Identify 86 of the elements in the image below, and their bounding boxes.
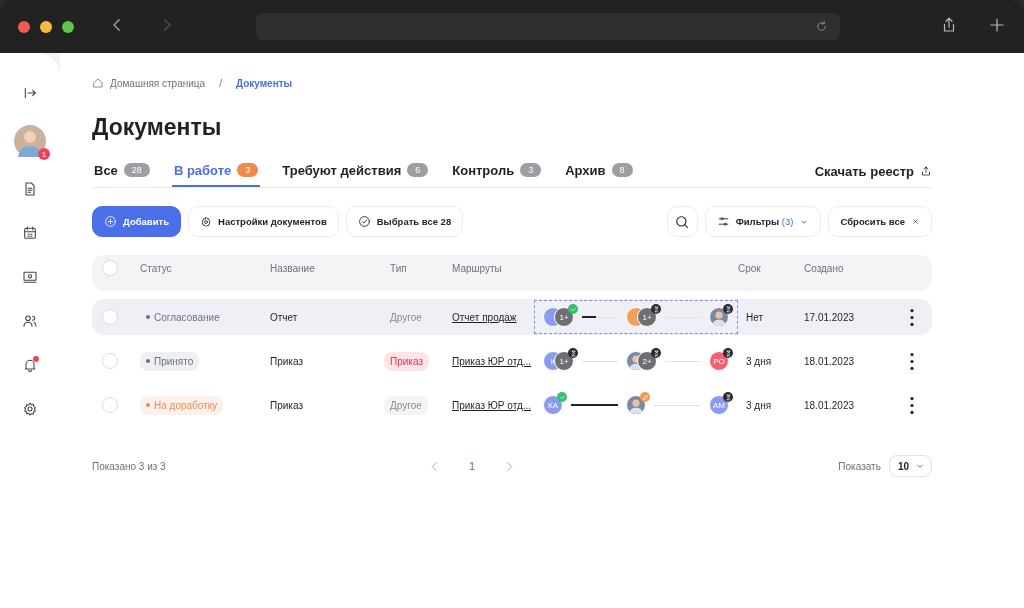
more-icon: [910, 396, 914, 414]
per-page-select[interactable]: 10: [888, 455, 932, 477]
more-icon: [910, 352, 914, 370]
column-header: Маршруты: [452, 262, 503, 274]
column-header: Статус: [140, 262, 173, 274]
checkbox[interactable]: [102, 260, 118, 276]
tab[interactable]: Архив 8: [563, 155, 635, 187]
tab[interactable]: Все 28: [92, 155, 152, 187]
column-header: Срок: [738, 262, 762, 274]
route-diagram[interactable]: 1+ 1+: [534, 300, 738, 334]
sliders-icon: [716, 215, 730, 228]
user-avatar: [626, 395, 646, 415]
table-cell-text: Приказ: [270, 355, 304, 367]
reset-button[interactable]: Сбросить все: [828, 206, 932, 237]
tab[interactable]: В работе 3: [171, 155, 261, 187]
window-zoom-button[interactable]: [62, 20, 74, 33]
checkbox[interactable]: [102, 309, 118, 325]
table-cell-text: Нет: [745, 311, 765, 323]
tab[interactable]: Требуют действия 6: [280, 155, 431, 187]
upload-icon: [920, 165, 932, 177]
checkbox[interactable]: [102, 397, 118, 413]
home-icon: [92, 77, 104, 89]
count-badge: 6: [407, 163, 429, 177]
user-avatar: КА: [543, 395, 563, 415]
filters-button[interactable]: Фильтры (3): [704, 206, 822, 237]
status-label: Принято: [140, 351, 200, 371]
tab[interactable]: Контроль 3: [450, 155, 544, 187]
settings-button[interactable]: Настройки документов: [188, 206, 339, 237]
column-header: Создано: [804, 262, 845, 274]
notification-badge: 1: [38, 148, 50, 160]
download-button[interactable]: Скачать реестр: [814, 163, 932, 179]
type-tag: Другое: [384, 395, 428, 415]
reload-icon: [815, 20, 828, 33]
status-label: На доработку: [140, 395, 224, 415]
table-cell-text: Приказ: [270, 399, 304, 411]
route-link[interactable]: Приказ ЮР отд...: [452, 355, 532, 367]
highlighted-row[interactable]: Согласование Отчет Другое Отчет продаж 1+ 1+ Нет 17.01.2023: [92, 299, 932, 335]
column-header: Тип: [390, 262, 408, 274]
filters-label: Фильтры (3): [735, 216, 794, 227]
window-minimize-button[interactable]: [40, 20, 52, 33]
document-icon: [22, 181, 38, 197]
select-all-button[interactable]: Выбрать все 28: [345, 206, 464, 237]
page-title: Документы: [92, 114, 223, 141]
user-avatar: РО: [709, 351, 729, 371]
close-icon: [911, 217, 920, 226]
user-avatar: [709, 307, 729, 327]
results-count: Показано 3 из 3: [92, 460, 166, 472]
table-cell-text: 3 дня: [745, 399, 773, 411]
table-cell-text: 17.01.2023: [804, 311, 856, 323]
table-row[interactable]: Принято Приказ Приказ Приказ ЮР отд... К 1+ 2+ РО 3 дня 18.01.2023: [92, 343, 932, 379]
count-badge: 28: [123, 163, 150, 177]
route-link[interactable]: Приказ ЮР отд...: [452, 399, 532, 411]
collapse-icon: [22, 85, 38, 101]
breadcrumb-link[interactable]: Домашняя страница: [110, 77, 206, 89]
add-button[interactable]: Добавить: [92, 206, 181, 237]
table-cell-text: 3 дня: [745, 355, 773, 367]
table-row[interactable]: На доработку Приказ Другое Приказ ЮР отд... КА АМ 3 дня 18.01.2023: [92, 387, 932, 423]
search-button[interactable]: [666, 206, 698, 237]
search-icon: [674, 213, 691, 230]
page-button[interactable]: 1: [462, 459, 482, 473]
plus-circle-icon: [104, 215, 117, 228]
per-page-label: Показать: [838, 460, 881, 472]
column-header: Название: [270, 262, 316, 274]
checkbox[interactable]: [102, 353, 118, 369]
window-close-button[interactable]: [18, 20, 30, 33]
route-link[interactable]: Отчет продаж: [452, 311, 517, 323]
check-circle-icon: [357, 215, 371, 228]
table-cell-text: 18.01.2023: [804, 399, 856, 411]
type-tag: Приказ: [384, 351, 429, 371]
table-cell-text: Отчет: [270, 311, 299, 323]
table-cell-text: 18.01.2023: [804, 355, 856, 367]
count-badge: 3: [520, 163, 542, 177]
status-label: Согласование: [140, 307, 226, 327]
count-badge: 3: [237, 163, 259, 177]
money-icon: [22, 269, 38, 285]
route-diagram[interactable]: К 1+ 2+ РО: [534, 344, 738, 378]
settings-icon: [22, 401, 38, 417]
more-icon: [910, 308, 914, 326]
count-badge: 8: [611, 163, 633, 177]
user-avatar: АМ: [709, 395, 729, 415]
breadcrumb-current: Документы: [235, 77, 293, 89]
breadcrumb-separator: /: [219, 77, 222, 89]
settings-icon: [200, 215, 212, 228]
users-icon: [22, 313, 38, 329]
calendar-icon: [22, 225, 38, 241]
type-tag: Другое: [384, 307, 428, 327]
